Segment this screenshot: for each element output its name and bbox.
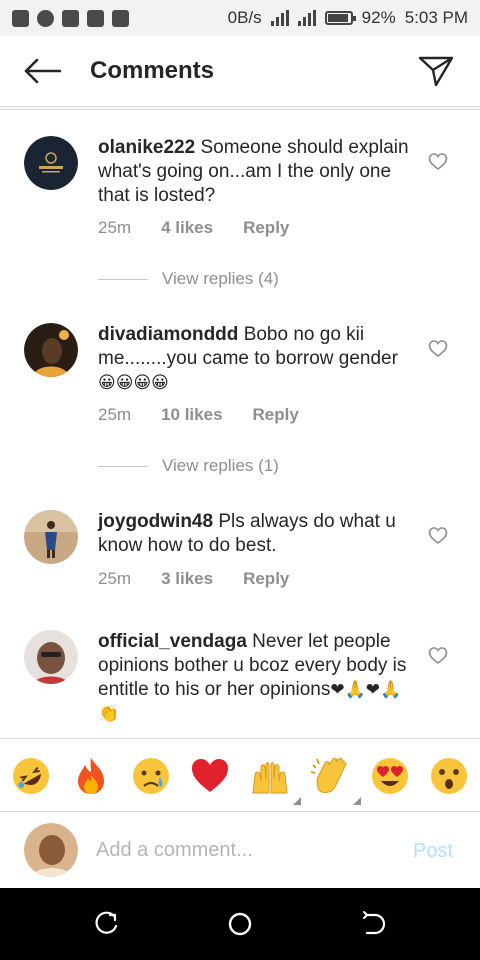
likes-count[interactable]: 4 likes <box>161 218 213 238</box>
astonished-face-icon <box>431 758 467 794</box>
clock: 5:03 PM <box>404 8 468 27</box>
heart-icon[interactable] <box>428 646 448 666</box>
replies-divider <box>98 465 148 467</box>
astonished-face-emoji[interactable] <box>428 755 470 797</box>
back-nav-icon <box>363 911 386 935</box>
clapping-hands-icon <box>310 757 347 793</box>
likes-count[interactable]: 3 likes <box>161 569 213 589</box>
app-header: Comments <box>0 36 480 106</box>
battery-percent: 92% <box>361 8 396 27</box>
comment-composer: Post <box>0 812 480 888</box>
avatar-image <box>24 136 78 190</box>
home-button[interactable] <box>226 910 254 938</box>
reply-button[interactable]: Reply <box>253 405 299 425</box>
screenshot-icon <box>87 9 104 27</box>
skin-tone-indicator <box>293 797 301 805</box>
comment-item: joygodwin48 Pls always do what u know ho… <box>0 488 480 608</box>
comments-list[interactable]: olanike222 Someone should explain what's… <box>0 110 480 738</box>
comment-emoji: 😀😀😀😀 <box>98 373 169 393</box>
comment-text: official_vendaga Never let people opinio… <box>98 630 410 726</box>
battery-icon <box>324 11 356 25</box>
whatsapp-icon <box>37 9 54 27</box>
status-bar: 0B/s 92% 5:03 PM <box>0 0 480 36</box>
replies-divider <box>98 278 148 280</box>
view-replies-label: View replies (1) <box>162 456 279 475</box>
reply-button[interactable]: Reply <box>243 218 289 238</box>
view-replies-button[interactable]: View replies (1) <box>98 456 279 476</box>
notification-icons <box>12 9 129 27</box>
comment-meta: 25m 10 likes Reply <box>98 405 299 425</box>
post-button[interactable]: Post <box>413 840 453 863</box>
network-speed: 0B/s <box>227 8 262 27</box>
view-replies-button[interactable]: View replies (4) <box>98 269 279 289</box>
crying-face-emoji[interactable] <box>130 755 172 797</box>
comment-username[interactable]: joygodwin48 <box>98 511 213 532</box>
avatar[interactable] <box>24 323 78 377</box>
avatar-image <box>24 323 78 377</box>
comment-meta: 25m 4 likes Reply <box>98 218 289 238</box>
back-nav-button[interactable] <box>359 910 387 938</box>
heart-eyes-emoji[interactable] <box>369 755 411 797</box>
gmail-icon <box>62 9 79 27</box>
fire-icon <box>78 758 104 794</box>
raising-hands-emoji[interactable] <box>249 755 301 805</box>
battery-level <box>327 14 348 22</box>
reply-button[interactable]: Reply <box>243 569 289 589</box>
likes-count[interactable]: 10 likes <box>161 405 222 425</box>
comment-time: 25m <box>98 569 132 588</box>
avatar[interactable] <box>24 510 78 564</box>
skin-tone-indicator <box>353 797 361 805</box>
signal-icon <box>270 10 289 26</box>
message-notification-icon <box>12 9 29 27</box>
comment-time: 25m <box>98 405 132 424</box>
current-user-avatar-image <box>24 823 78 877</box>
comment-text: divadiamonddd Bobo no go kii me........y… <box>98 323 410 395</box>
add-comment-input[interactable] <box>96 834 396 866</box>
heart-icon[interactable] <box>428 152 448 172</box>
emoji-quick-bar <box>0 738 480 812</box>
comment-time: 25m <box>98 218 132 237</box>
recents-button[interactable] <box>93 910 121 938</box>
heart-eyes-icon <box>372 758 408 794</box>
home-icon <box>228 912 252 936</box>
comment-username[interactable]: divadiamonddd <box>98 324 238 345</box>
signal-secondary-icon <box>297 10 316 26</box>
avatar[interactable] <box>24 630 78 684</box>
send-direct-icon <box>418 56 454 87</box>
recents-icon <box>95 911 118 934</box>
comment-meta: 25m 3 likes Reply <box>98 569 289 589</box>
current-user-avatar <box>24 823 78 877</box>
crying-face-icon <box>133 758 169 794</box>
avatar-image <box>24 630 78 684</box>
avatar[interactable] <box>24 136 78 190</box>
rolling-laughing-icon <box>13 758 49 794</box>
heart-icon[interactable] <box>428 339 448 359</box>
rolling-laughing-emoji[interactable] <box>10 755 52 797</box>
comment-item: divadiamonddd Bobo no go kii me........y… <box>0 300 480 488</box>
arrow-left-icon <box>24 58 61 84</box>
clapping-hands-emoji[interactable] <box>309 755 361 805</box>
page-title: Comments <box>90 57 215 84</box>
red-heart-emoji[interactable] <box>189 755 231 797</box>
avatar-image <box>24 510 78 564</box>
comment-item: official_vendaga Never let people opinio… <box>0 608 480 738</box>
system-nav-bar <box>0 888 480 960</box>
comment-item: olanike222 Someone should explain what's… <box>0 110 480 300</box>
lock-icon <box>112 9 129 27</box>
comment-text: joygodwin48 Pls always do what u know ho… <box>98 510 410 558</box>
raising-hands-icon <box>252 762 288 794</box>
comment-username[interactable]: olanike222 <box>98 137 195 158</box>
heart-icon[interactable] <box>428 526 448 546</box>
comment-username[interactable]: official_vendaga <box>98 631 247 652</box>
back-button[interactable] <box>12 36 72 106</box>
view-replies-label: View replies (4) <box>162 269 279 288</box>
comment-text: olanike222 Someone should explain what's… <box>98 136 410 208</box>
red-heart-icon <box>192 759 228 792</box>
fire-emoji[interactable] <box>70 755 112 797</box>
direct-share-button[interactable] <box>406 36 466 106</box>
